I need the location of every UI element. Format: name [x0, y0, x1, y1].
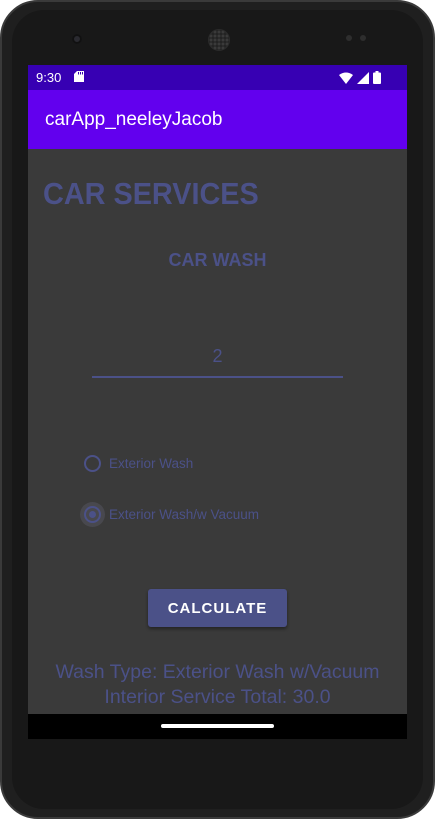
radio-label: Exterior Wash: [109, 456, 194, 471]
radio-button-unchecked[interactable]: [84, 455, 101, 472]
status-bar: 9:30: [28, 65, 407, 90]
status-time: 9:30: [36, 70, 62, 85]
calculate-button[interactable]: CALCULATE: [148, 589, 287, 627]
radio-button-wrapper: [84, 455, 101, 472]
radio-label: Exterior Wash/w Vacuum: [109, 507, 260, 522]
page-title: CAR SERVICES: [43, 176, 259, 211]
earpiece-speaker-icon: [208, 29, 230, 51]
result-wash-type: Wash Type: Exterior Wash w/Vacuum: [55, 661, 380, 683]
app-title: carApp_neeleyJacob: [45, 109, 223, 130]
status-icons: [339, 71, 381, 84]
radio-exterior-wash[interactable]: Exterior Wash: [84, 455, 193, 472]
result-total: Interior Service Total: 30.0: [104, 686, 331, 708]
radio-exterior-wash-vacuum[interactable]: Exterior Wash/w Vacuum: [80, 502, 260, 527]
sd-card-icon: [74, 71, 84, 82]
main-content: CAR SERVICES CAR WASH Exterior Wash Exte…: [28, 149, 407, 714]
navigation-bar: [28, 714, 407, 739]
quantity-input[interactable]: [92, 336, 343, 378]
light-sensor-icon: [360, 35, 366, 41]
battery-icon: [373, 71, 381, 84]
device-screen: 9:30 carApp_neeleyJacob CAR SERVICES CAR…: [28, 65, 407, 739]
device-frame: 9:30 carApp_neeleyJacob CAR SERVICES CAR…: [0, 0, 435, 819]
radio-button-checked[interactable]: [84, 506, 101, 523]
wifi-icon: [339, 72, 353, 84]
home-gesture-handle[interactable]: [161, 724, 274, 728]
front-camera-icon: [72, 34, 82, 44]
app-bar: carApp_neeleyJacob: [28, 90, 407, 149]
radio-button-wrapper: [80, 502, 105, 527]
signal-icon: [357, 71, 369, 84]
proximity-sensor-icon: [346, 35, 352, 41]
section-title: CAR WASH: [168, 250, 267, 270]
